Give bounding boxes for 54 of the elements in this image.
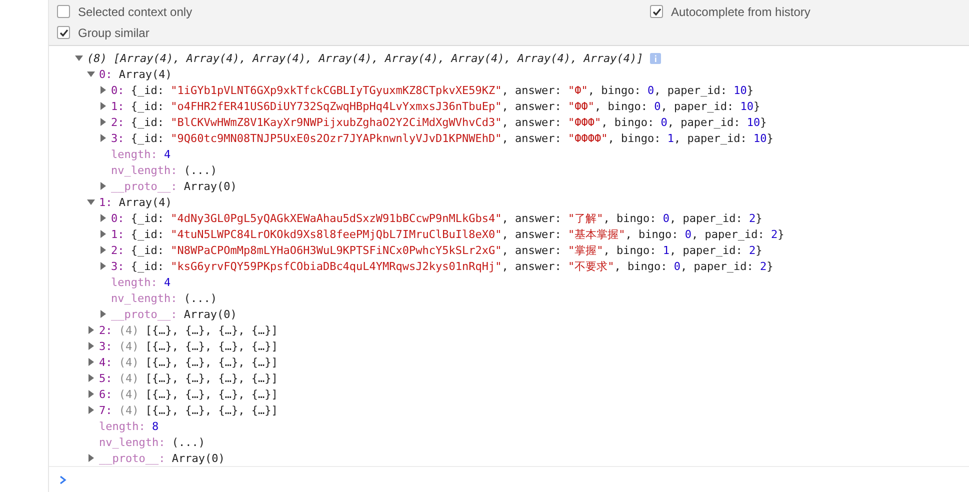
console-entry: 3: (4) [{…}, {…}, {…}, {…}] (99, 340, 278, 352)
expand-arrow-icon[interactable] (99, 118, 107, 126)
expand-arrow-icon[interactable] (87, 342, 95, 350)
console-entry: 0: Array(4) (99, 68, 172, 80)
checkbox[interactable] (650, 5, 663, 18)
console-entry: 0: {_id: "1iGYb1pVLNT6GXp9xkTfckCGBLIyTGyuxmKZ8CTpkvXE59KZ", answer: "Ф", bingo: 0, paper_id: 10} (111, 84, 754, 96)
console-entry: 0: {_id: "4dNy3GL0PgL5yQAGkXEWaAhau5dSxzW91bBCcwP9nMLkGbs4", answer: "了解", bingo: 0, paper_id: 2} (111, 210, 762, 226)
console-entry: __proto__: Array(0) (111, 308, 237, 320)
expand-arrow-icon[interactable] (99, 86, 107, 94)
expand-arrow-icon[interactable] (99, 246, 107, 254)
console-entry: 3: {_id: "9Q60tc9MN08TNJP5UxE0s2Ozr7JYAPknwnlyVJvD1KPNWEhD", answer: "ФФФФ", bingo: 1, paper_id: 10} (111, 132, 774, 144)
expand-arrow-icon[interactable] (87, 374, 95, 382)
expand-arrow-icon[interactable] (87, 390, 95, 398)
expand-arrow-icon[interactable] (75, 54, 83, 62)
console-entry: length: 8 (99, 420, 159, 432)
console-entry: 2: {_id: "N8WPaCPOmMp8mLYHaO6H3WuL9KPTSFiNCx0PwhcY5kSLr2xG", answer: "掌握", bingo: 1, paper_id: 2} (111, 242, 762, 258)
expand-arrow-icon[interactable] (99, 134, 107, 142)
console-entry: nv_length: (...) (111, 164, 217, 176)
expand-arrow-icon[interactable] (99, 310, 107, 318)
console-entry: 2: {_id: "BlCKVwHWmZ8V1KayXr9NWPijxubZghaO2Y2CiMdXgWVhvCd3", answer: "ФФФ", bingo: 0, paper_id: 10} (111, 116, 767, 128)
console-entry: nv_length: (...) (111, 292, 217, 304)
console-entry: length: 4 (111, 276, 171, 288)
console-entry: length: 4 (111, 148, 171, 160)
expand-arrow-icon[interactable] (87, 406, 95, 414)
checkbox-label: Group similar (78, 26, 150, 40)
expand-arrow-icon[interactable] (87, 326, 95, 334)
info-icon (650, 52, 662, 64)
console-entry: 7: (4) [{…}, {…}, {…}, {…}] (99, 404, 278, 416)
console-entry: 3: {_id: "ksG6yrvFQY59PKpsfCObiaDBc4quL4YMRqwsJ2kys01nRqHj", answer: "不要求", bingo: 0, paper_id: 2} (111, 258, 774, 274)
console-entry: 1: {_id: "o4FHR2fER41US6DiUY732SqZwqHBpHq4LvYxmxsJ36nTbuEp", answer: "ФФ", bingo: 0, paper_id: 10} (111, 100, 760, 112)
console-entry: nv_length: (...) (99, 436, 205, 448)
console-entry: __proto__: Array(0) (99, 452, 225, 464)
console-entry: __proto__: Array(0) (111, 180, 237, 192)
expand-arrow-icon[interactable] (99, 102, 107, 110)
checkbox-label: Autocomplete from history (671, 4, 810, 18)
console-entry: 4: (4) [{…}, {…}, {…}, {…}] (99, 356, 278, 368)
checkbox[interactable] (57, 26, 70, 39)
expand-arrow-icon[interactable] (87, 358, 95, 366)
console-entry: 6: (4) [{…}, {…}, {…}, {…}] (99, 388, 278, 400)
expand-arrow-icon[interactable] (99, 262, 107, 270)
checkbox[interactable] (57, 5, 70, 18)
expand-arrow-icon[interactable] (87, 198, 95, 206)
expand-arrow-icon[interactable] (99, 182, 107, 190)
prompt-chevron-icon (59, 474, 67, 484)
expand-arrow-icon[interactable] (99, 214, 107, 222)
console-entry: 1: Array(4) (99, 196, 172, 208)
console-log-entry: (8) [Array(4), Array(4), Array(4), Array(4), Array(4), Array(4), Array(4), Array(4)] (87, 52, 644, 64)
console-entry: 5: (4) [{…}, {…}, {…}, {…}] (99, 372, 278, 384)
checkbox-label: Selected context only (78, 4, 192, 18)
console-entry: 2: (4) [{…}, {…}, {…}, {…}] (99, 324, 278, 336)
console-entry: 1: {_id: "4tuN5LWPC84LrOKOkd9Xs8l8feePMjQbL7IMruClBuIl8eX0", answer: "基本掌握", bingo: 0, paper_id: 2} (111, 226, 784, 242)
expand-arrow-icon[interactable] (87, 70, 95, 78)
expand-arrow-icon[interactable] (99, 230, 107, 238)
expand-arrow-icon[interactable] (87, 454, 95, 462)
